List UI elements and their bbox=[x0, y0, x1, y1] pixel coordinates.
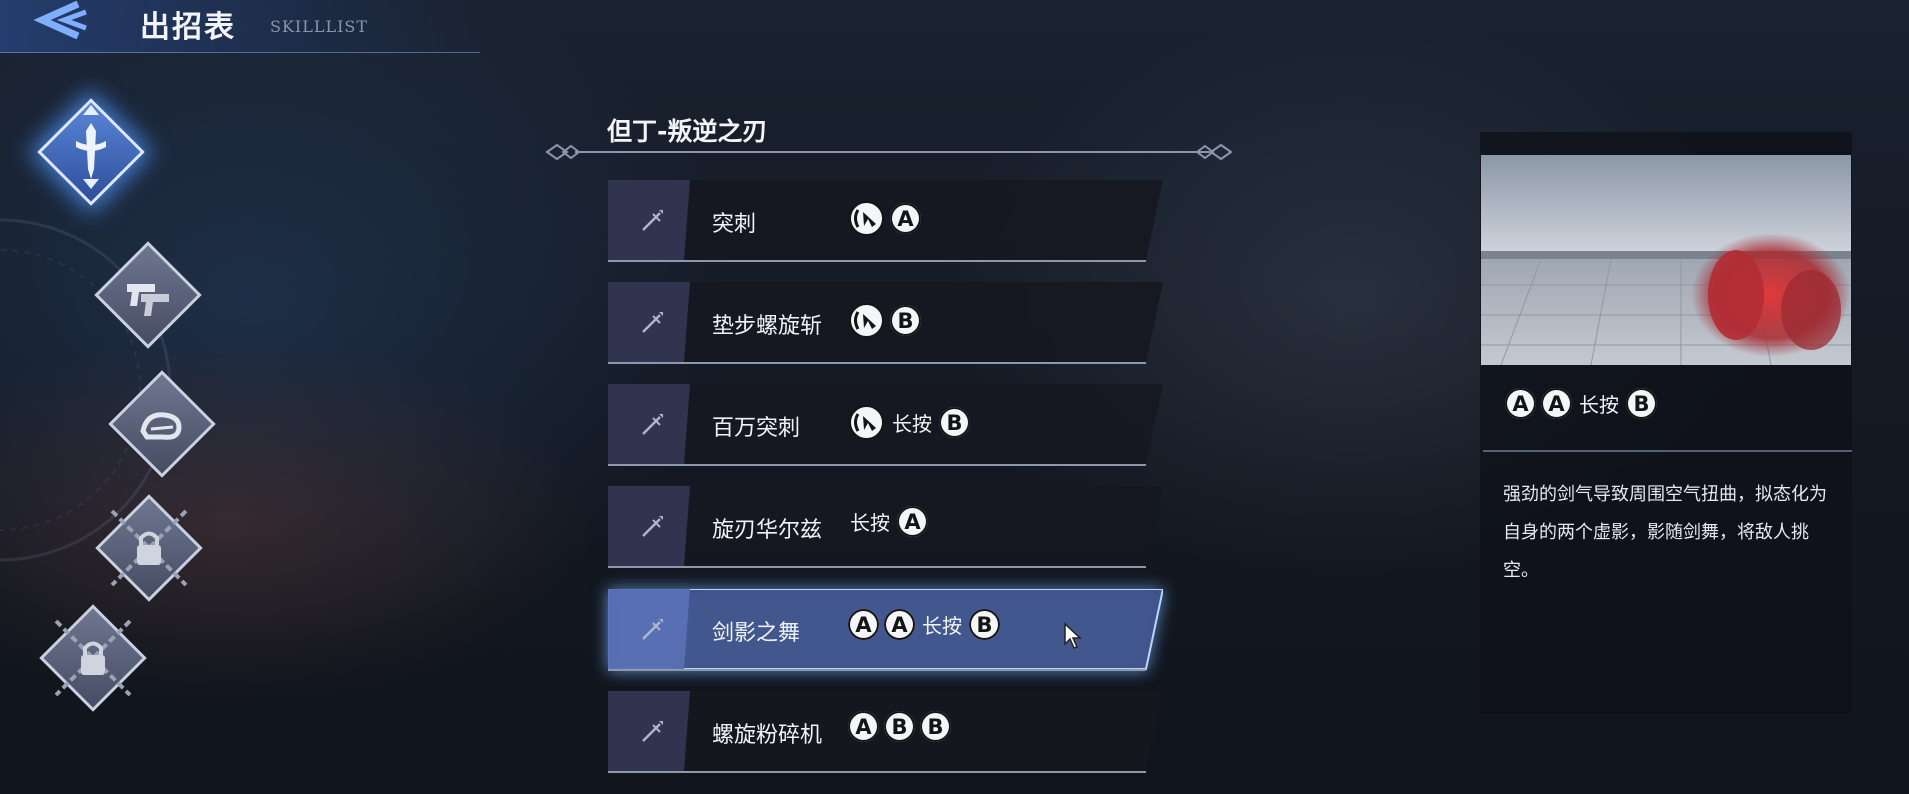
button-b-icon: B bbox=[884, 711, 915, 742]
chained-lock-icon bbox=[54, 619, 132, 697]
input-sequence: ABB bbox=[848, 711, 951, 742]
hold-label: 长按 bbox=[850, 511, 890, 535]
button-a-icon: A bbox=[848, 609, 879, 640]
button-a-icon: A bbox=[1505, 388, 1536, 419]
skill-name: 百万突刺 bbox=[712, 416, 801, 441]
page-title: 出招表 bbox=[140, 10, 236, 45]
back-arrow-icon bbox=[33, 0, 87, 40]
hold-label: 长按 bbox=[1579, 393, 1619, 417]
category-locked-2[interactable] bbox=[38, 603, 148, 713]
button-b-icon: B bbox=[890, 305, 921, 336]
skill-row[interactable]: 旋刃华尔兹 长按 A bbox=[608, 486, 1163, 568]
detail-divider bbox=[1483, 450, 1852, 452]
button-b-icon: B bbox=[1626, 388, 1657, 419]
left-stick-direction-icon bbox=[849, 201, 884, 236]
button-a-icon: A bbox=[897, 506, 928, 537]
skill-row[interactable]: 突刺 A bbox=[608, 180, 1163, 262]
input-sequence: B bbox=[848, 302, 921, 339]
skill-name: 剑影之舞 bbox=[712, 621, 801, 646]
button-a-icon: A bbox=[1541, 388, 1572, 419]
input-sequence: A A 长按 B bbox=[848, 609, 1000, 640]
top-bar: 出招表 SKILLLIST bbox=[0, 0, 480, 53]
category-pistols[interactable] bbox=[93, 240, 203, 350]
sword-emblem-icon bbox=[76, 105, 106, 189]
skill-row[interactable]: 垫步螺旋斩 B bbox=[608, 282, 1163, 364]
skill-name: 突刺 bbox=[712, 212, 757, 237]
skill-row[interactable]: 百万突刺 长按 B bbox=[608, 384, 1163, 466]
left-stick-direction-icon bbox=[849, 405, 884, 440]
hold-label: 长按 bbox=[922, 614, 962, 638]
button-a-icon: A bbox=[890, 203, 921, 234]
sword-icon bbox=[642, 210, 663, 231]
button-a-icon: A bbox=[884, 609, 915, 640]
mouse-cursor-icon bbox=[1064, 622, 1082, 649]
sword-icon bbox=[642, 516, 663, 537]
back-button[interactable] bbox=[30, 0, 90, 40]
detail-input-sequence: A A 长按 B bbox=[1505, 388, 1657, 419]
chained-lock-icon bbox=[110, 509, 188, 587]
sword-icon bbox=[642, 312, 663, 333]
left-stick-direction-icon bbox=[849, 303, 884, 338]
skill-name: 旋刃华尔兹 bbox=[712, 518, 823, 543]
sword-icon bbox=[642, 619, 663, 640]
skill-description: 强劲的剑气导致周围空气扭曲，拟态化为自身的两个虚影，影随剑舞，将敌人挑空。 bbox=[1503, 484, 1827, 581]
sword-icon bbox=[642, 721, 663, 742]
input-sequence: 长按 B bbox=[848, 404, 970, 441]
title-divider bbox=[545, 143, 1233, 161]
skill-name: 螺旋粉碎机 bbox=[712, 723, 823, 748]
button-b-icon: B bbox=[920, 711, 951, 742]
skill-row[interactable]: 螺旋粉碎机 A B B bbox=[608, 691, 1163, 773]
input-sequence: 长按 A bbox=[848, 506, 928, 537]
skill-preview-video bbox=[1481, 155, 1851, 365]
hold-label: 长按 bbox=[892, 412, 932, 436]
sword-icon bbox=[642, 414, 663, 435]
skill-name: 垫步螺旋斩 bbox=[712, 314, 823, 339]
button-b-icon: B bbox=[939, 407, 970, 438]
gauntlet-icon bbox=[140, 412, 182, 440]
page-subtitle: SKILLLIST bbox=[270, 17, 369, 36]
twin-pistols-icon bbox=[127, 284, 169, 316]
category-gauntlet[interactable] bbox=[107, 369, 217, 479]
button-a-icon: A bbox=[848, 711, 879, 742]
input-sequence: A bbox=[848, 200, 921, 237]
button-b-icon: B bbox=[969, 609, 1000, 640]
category-locked-1[interactable] bbox=[94, 493, 204, 603]
category-sword[interactable] bbox=[36, 97, 146, 207]
